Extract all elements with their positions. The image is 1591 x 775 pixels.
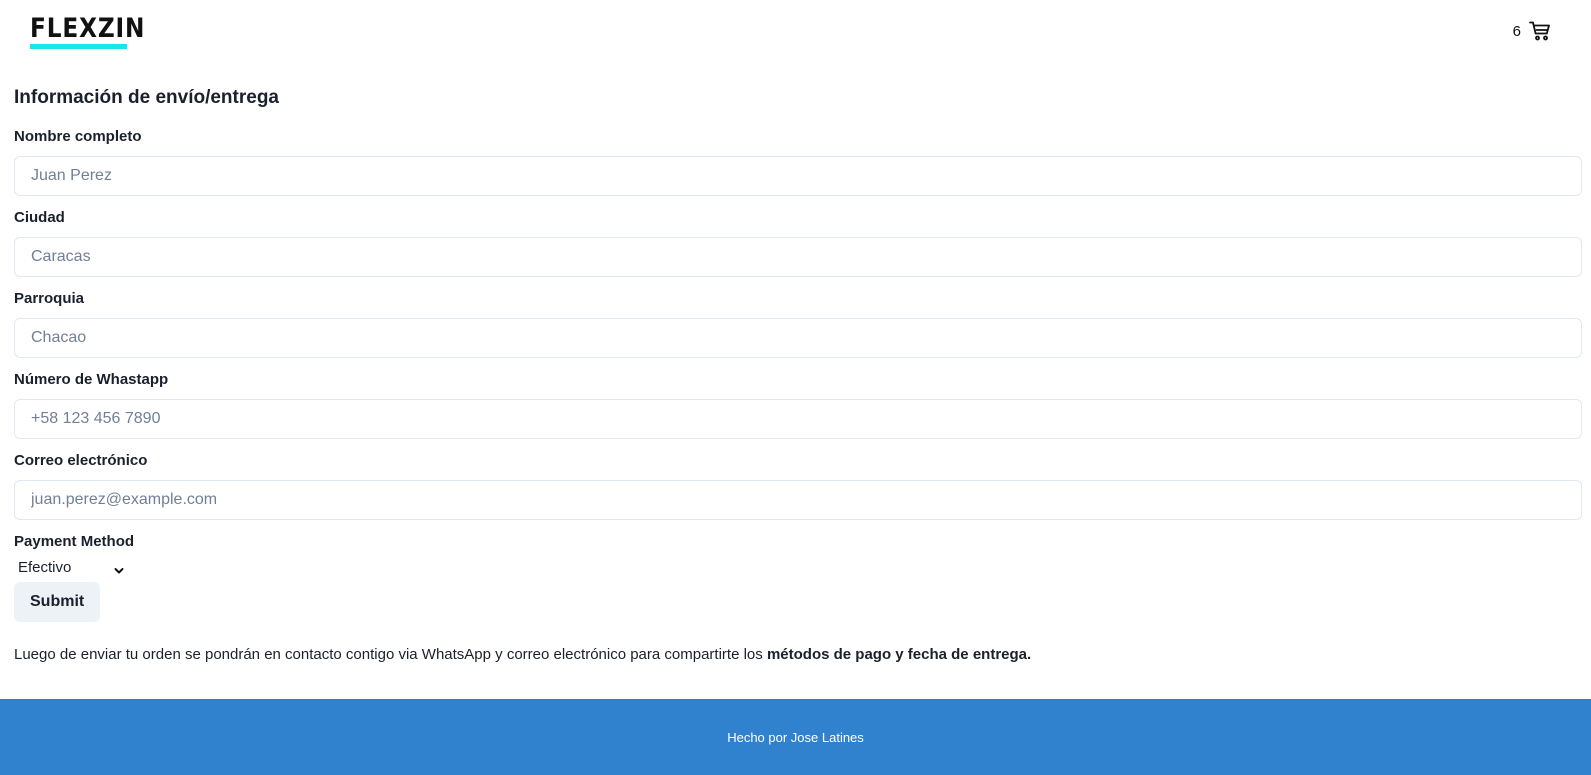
cart-count: 6 xyxy=(1512,22,1521,40)
full-name-input[interactable] xyxy=(14,156,1582,196)
form-title: Información de envío/entrega xyxy=(14,87,279,108)
order-note-text: Luego de enviar tu orden se pondrán en c… xyxy=(14,646,767,663)
full-name-label: Nombre completo xyxy=(14,128,142,145)
whatsapp-input[interactable] xyxy=(14,399,1582,439)
email-input[interactable] xyxy=(14,480,1582,520)
city-label: Ciudad xyxy=(14,209,65,226)
payment-method-select[interactable]: Efectivo xyxy=(14,558,132,580)
payment-method-label: Payment Method xyxy=(14,533,135,550)
logo-underline xyxy=(30,44,127,49)
parish-input[interactable] xyxy=(14,318,1582,358)
cart-button[interactable]: 6 xyxy=(1513,21,1551,41)
shipping-form: Nombre completo Ciudad Parroquia Número … xyxy=(14,128,1582,622)
chevron-down-icon xyxy=(114,562,124,580)
site-footer: Hecho por Jose Latines xyxy=(0,699,1591,775)
city-input[interactable] xyxy=(14,237,1582,277)
email-label: Correo electrónico xyxy=(14,452,148,469)
site-header: FLEXZIN 6 xyxy=(0,0,1591,64)
shopping-cart-icon xyxy=(1529,21,1551,41)
order-note-bold: métodos de pago y fecha de entrega. xyxy=(766,646,1032,663)
order-note: Luego de enviar tu orden se pondrán en c… xyxy=(14,645,1582,665)
checkout-main: Información de envío/entrega Nombre comp… xyxy=(14,86,1582,665)
payment-method-value: Efectivo xyxy=(18,559,72,576)
whatsapp-label: Número de Whastapp xyxy=(14,371,169,388)
footer-credit: Hecho por Jose Latines xyxy=(727,729,864,745)
brand-logo[interactable]: FLEXZIN xyxy=(30,13,146,49)
submit-button[interactable]: Submit xyxy=(14,582,101,622)
parish-label: Parroquia xyxy=(14,290,85,307)
logo-text: FLEXZIN xyxy=(30,13,146,44)
